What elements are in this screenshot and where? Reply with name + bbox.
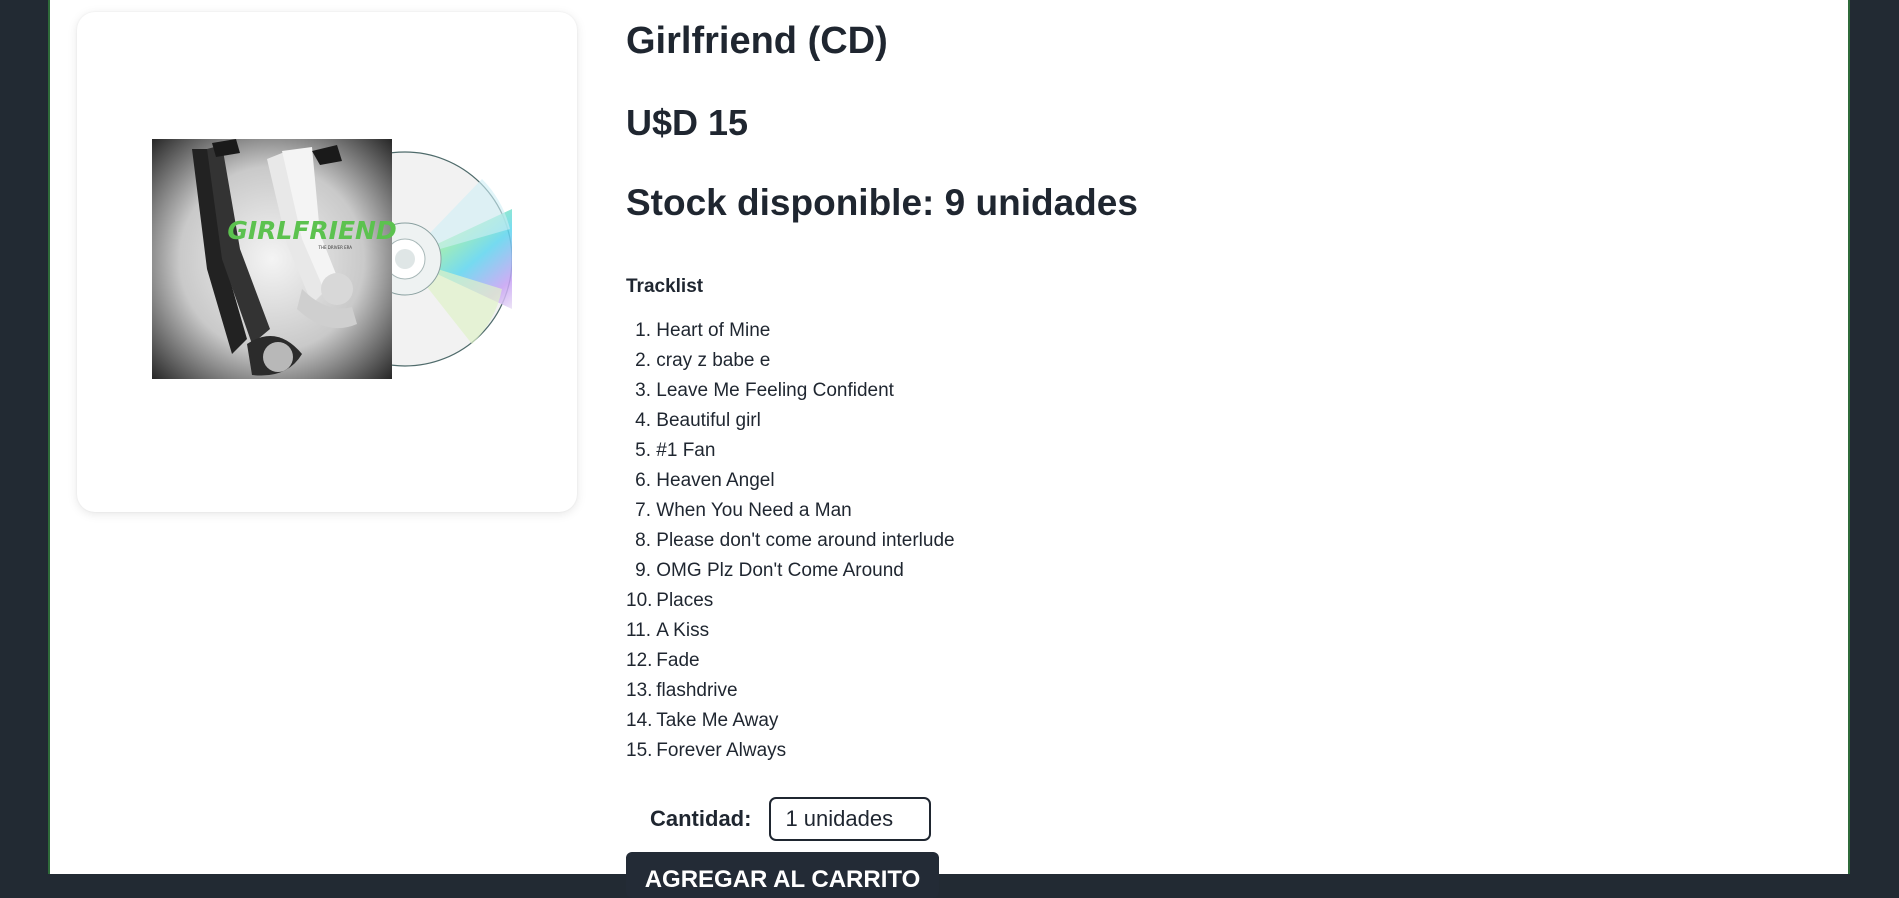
track-item: 1. Heart of Mine [626,316,955,346]
track-number: 15. [626,740,653,761]
product-image-card: GIRLFRIEND THE DRIVER ERA [77,12,577,512]
album-cover-image: GIRLFRIEND THE DRIVER ERA [152,139,512,379]
quantity-row: Cantidad: [650,796,932,842]
track-item: 5. #1 Fan [626,436,955,466]
track-item: 2. cray z babe e [626,346,955,376]
track-item: 7. When You Need a Man [626,496,955,526]
product-page: GIRLFRIEND THE DRIVER ERA Girlfriend (CD… [48,0,1850,898]
track-number: 13. [626,680,653,701]
track-item: 12. Fade [626,646,955,676]
track-number: 5. [635,440,651,461]
track-number: 8. [635,530,651,551]
quantity-input[interactable] [769,797,932,841]
product-title: Girlfriend (CD) [626,20,888,62]
track-item: 11. A Kiss [626,616,955,646]
track-title: When You Need a Man [656,500,852,521]
track-number: 10. [626,590,653,611]
track-title: Beautiful girl [656,410,761,431]
cover-title-text: GIRLFRIEND [227,216,396,245]
track-number: 11. [626,620,652,641]
track-title: cray z babe e [656,350,771,371]
track-item: 3. Leave Me Feeling Confident [626,376,955,406]
track-number: 4. [635,410,651,431]
track-title: Take Me Away [656,710,779,731]
track-item: 4. Beautiful girl [626,406,955,436]
track-item: 10. Places [626,586,955,616]
track-item: 8. Please don't come around interlude [626,526,955,556]
track-number: 1. [635,320,651,341]
product-price: U$D 15 [626,102,749,143]
track-number: 2. [635,350,651,371]
track-title: Leave Me Feeling Confident [656,380,894,401]
track-number: 14. [626,710,653,731]
track-item: 13. flashdrive [626,676,955,706]
track-title: flashdrive [656,680,738,701]
album-cover-sleeve: GIRLFRIEND THE DRIVER ERA [152,139,397,379]
track-title: Forever Always [656,740,787,761]
track-number: 3. [635,380,651,401]
quantity-label: Cantidad: [650,806,752,831]
track-item: 15. Forever Always [626,736,955,766]
add-to-cart-button[interactable]: AGREGAR AL CARRITO [626,852,939,898]
tracklist-heading: Tracklist [626,276,704,297]
track-title: Places [656,590,714,611]
track-title: A Kiss [656,620,710,641]
track-number: 7. [635,500,651,521]
track-title: OMG Plz Don't Come Around [656,560,904,581]
track-title: Please don't come around interlude [656,530,955,551]
track-title: Heaven Angel [656,470,775,491]
track-number: 9. [635,560,651,581]
track-title: Fade [656,650,700,671]
track-number: 6. [635,470,651,491]
track-title: #1 Fan [656,440,716,461]
track-title: Heart of Mine [656,320,771,341]
track-item: 9. OMG Plz Don't Come Around [626,556,955,586]
cover-subtitle-text: THE DRIVER ERA [318,245,353,250]
stock-availability: Stock disponible: 9 unidades [626,182,1138,223]
track-item: 6. Heaven Angel [626,466,955,496]
track-item: 14. Take Me Away [626,706,955,736]
track-number: 12. [626,650,653,671]
tracklist: 1. Heart of Mine 2. cray z babe e 3. Leave… [626,316,955,766]
